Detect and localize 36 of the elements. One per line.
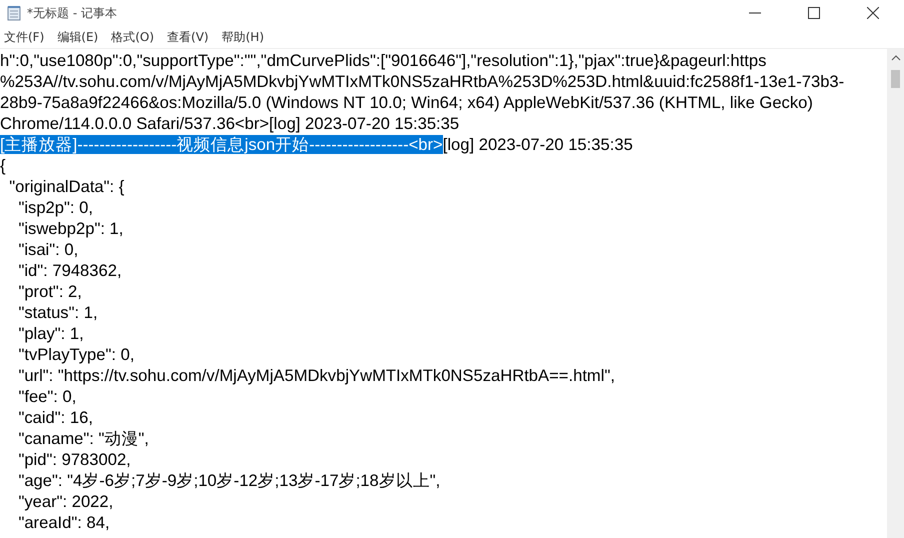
text-line: "tvPlayType": 0, — [17, 345, 134, 364]
text-line: Chrome/114.0.0.0 Safari/537.36<br>[log] 2023-07-20 15:35:35 — [0, 114, 460, 133]
text-line: "age": "4岁-6岁;7岁-9岁;10岁-12岁;13岁-17岁;18岁以上", — [17, 471, 440, 490]
text-line: "year": 2022, — [17, 492, 114, 511]
text-line: "isp2p": 0, — [17, 198, 93, 217]
text-line: "caid": 16, — [17, 408, 93, 427]
scrollbar-thumb[interactable] — [891, 70, 900, 88]
text-line: "pid": 9783002, — [17, 450, 131, 469]
menu-item[interactable]: 格式(O) — [111, 28, 154, 46]
text-line: { — [0, 156, 6, 175]
window-title: *无标题 - 记事本 — [27, 4, 117, 22]
close-icon[interactable] — [867, 7, 879, 19]
text-line: "caname": "动漫", — [17, 429, 149, 448]
text-line: "status": 1, — [17, 303, 98, 322]
text-line: "play": 1, — [17, 324, 84, 343]
text-line: "id": 7948362, — [17, 261, 122, 280]
scroll-up-icon[interactable] — [890, 55, 900, 61]
text-line: "url": "https://tv.sohu.com/v/MjAyMjA5MDkvbjYwMTIxMTk0NS5zaHRtbA==.html", — [17, 366, 615, 385]
selected-text: [主播放器]------------------视频信息json开始------------------<br> — [0, 135, 443, 154]
text-line: "fee": 0, — [17, 387, 76, 406]
text-line: 28b9-75a8a9f22466&os:Mozilla/5.0 (Windows NT 10.0; Win64; x64) AppleWebKit/537.36 (KHTML, like Gecko) — [0, 93, 813, 112]
text-line: "prot": 2, — [17, 282, 82, 301]
text-line: h":0,"use1080p":0,"supportType":"","dmCurvePlids":["9016646"],"resolution":1},"pjax":true}&pageurl:https — [0, 51, 766, 70]
menu-item[interactable]: 查看(V) — [167, 28, 209, 46]
notepad-icon — [7, 5, 21, 21]
text-line: [log] 2023-07-20 15:35:35 — [442, 135, 633, 154]
text-line: "originalData": { — [8, 177, 124, 196]
text-line: "isai": 0, — [17, 240, 78, 259]
scrollbar[interactable] — [887, 49, 904, 538]
menu-item[interactable]: 帮助(H) — [222, 28, 264, 46]
text-line: "areaId": 84, — [17, 513, 110, 532]
menu-item[interactable]: 文件(F) — [4, 28, 44, 46]
text-line: %253A//tv.sohu.com/v/MjAyMjA5MDkvbjYwMTIxMTk0NS5zaHRtbA%253D%253D.html&uuid:fc2588f1-13e1-73b3- — [0, 72, 844, 91]
text-line: "iswebp2p": 1, — [17, 219, 124, 238]
maximize-icon[interactable] — [808, 7, 820, 19]
menu-item[interactable]: 编辑(E) — [57, 28, 98, 46]
